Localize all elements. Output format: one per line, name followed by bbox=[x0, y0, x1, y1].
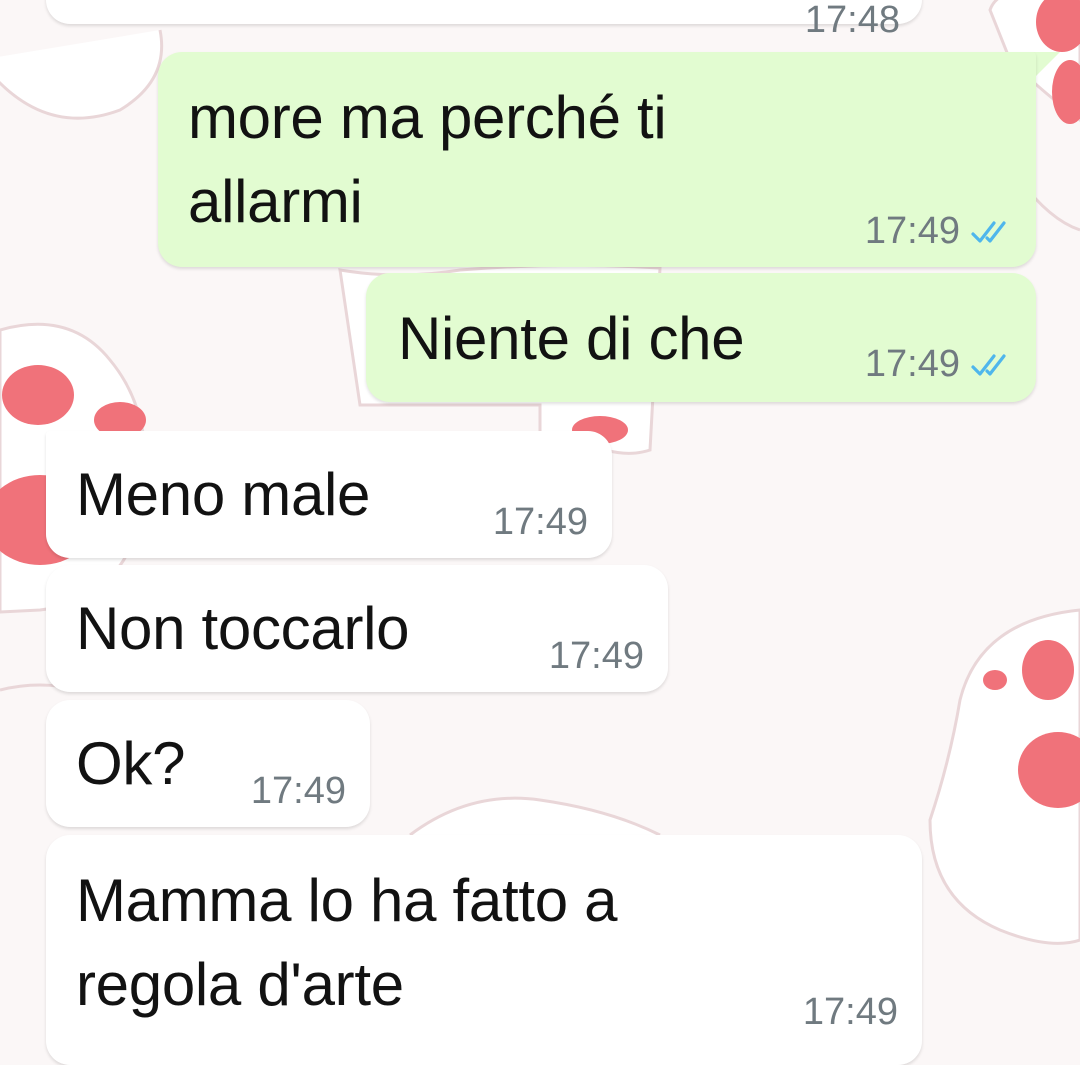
message-timestamp: 17:49 bbox=[864, 343, 960, 385]
message-bubble-incoming[interactable]: Ok? 17:49 bbox=[46, 700, 370, 827]
bubble-tail bbox=[1032, 52, 1060, 80]
message-bubble-outgoing[interactable]: more ma perché ti allarmi 17:49 bbox=[158, 52, 1036, 267]
message-meta: 17:49 bbox=[803, 991, 898, 1034]
message-bubble-incoming[interactable]: Non toccarlo 17:49 bbox=[46, 565, 668, 692]
message-meta: 17:49 bbox=[865, 210, 1010, 253]
message-text-line: allarmi bbox=[188, 168, 363, 235]
conversation[interactable]: 17:48 more ma perché ti allarmi 17:49 Ni… bbox=[0, 0, 1080, 1065]
message-text-line: Mamma lo ha fatto a bbox=[76, 867, 618, 934]
message-timestamp: 17:49 bbox=[864, 210, 960, 252]
message-bubble-incoming[interactable]: Mamma lo ha fatto a regola d'arte 17:49 bbox=[46, 835, 922, 1065]
read-double-check-icon bbox=[971, 220, 1006, 243]
message-meta: 17:49 bbox=[493, 501, 588, 544]
message-timestamp: 17:49 bbox=[548, 635, 644, 677]
message-meta: 17:49 bbox=[251, 770, 346, 813]
message-text-line: Niente di che bbox=[398, 305, 745, 372]
read-double-check-icon bbox=[971, 353, 1006, 376]
message-timestamp: 17:49 bbox=[802, 991, 898, 1033]
message-bubble-incoming[interactable]: Meno male 17:49 bbox=[46, 431, 612, 558]
message-meta: 17:49 bbox=[865, 343, 1010, 386]
message-meta: 17:49 bbox=[549, 635, 644, 678]
message-bubble-outgoing[interactable]: Niente di che 17:49 bbox=[366, 273, 1036, 402]
message-text-line: regola d'arte bbox=[76, 951, 404, 1018]
message-text-line: more ma perché ti bbox=[188, 84, 667, 151]
message-text-line: Non toccarlo bbox=[76, 595, 410, 662]
message-timestamp: 17:48 bbox=[804, 0, 900, 41]
message-text-line: Meno male bbox=[76, 461, 371, 528]
message-timestamp: 17:49 bbox=[492, 501, 588, 543]
message-text-line: Ok? bbox=[76, 730, 186, 797]
message-timestamp: 17:49 bbox=[250, 770, 346, 812]
message-bubble-partial[interactable]: 17:48 bbox=[46, 0, 922, 41]
